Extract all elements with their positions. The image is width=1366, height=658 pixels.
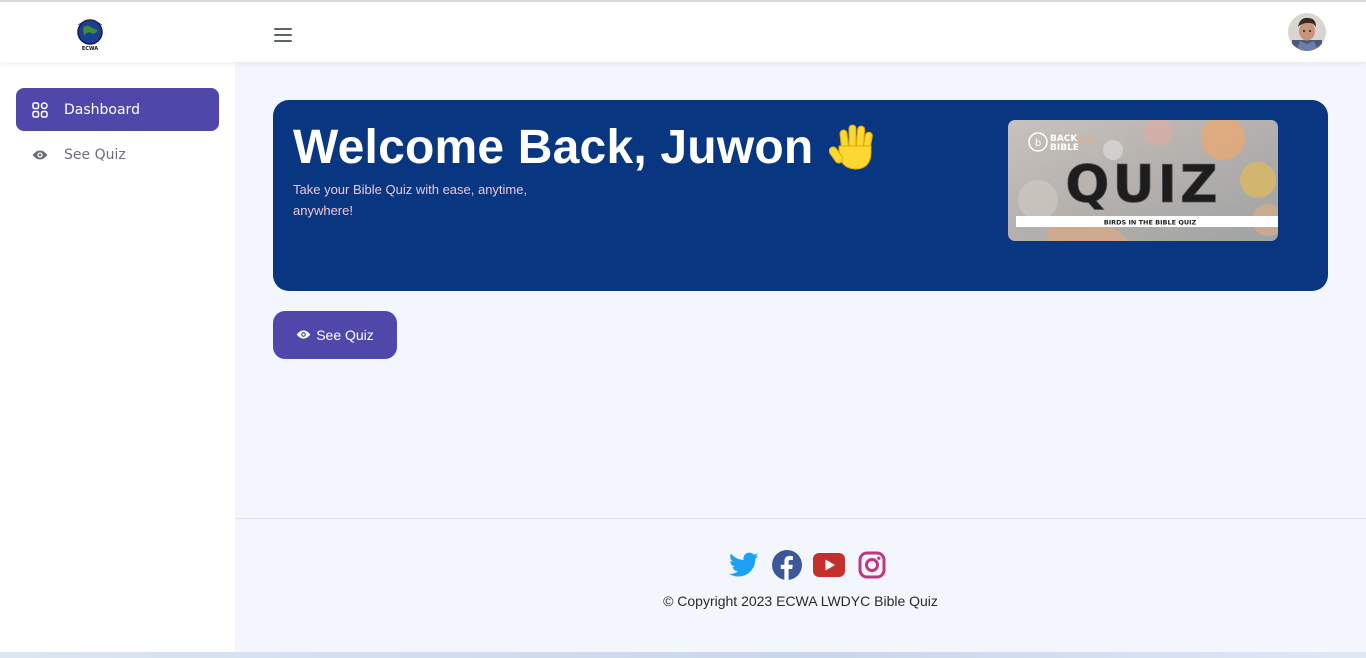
sidebar-item-see-quiz[interactable]: See Quiz xyxy=(16,134,219,176)
sidebar-item-label: See Quiz xyxy=(64,147,126,163)
facebook-icon[interactable] xyxy=(771,549,803,581)
youtube-icon[interactable] xyxy=(813,549,846,581)
main-content: Welcome Back, Juwon Take your Bible Quiz… xyxy=(235,62,1366,652)
grid-icon xyxy=(16,101,64,118)
copyright-text: © Copyright 2023 ECWA LWDYC Bible Quiz xyxy=(663,593,938,609)
svg-text:ECWA: ECWA xyxy=(82,46,98,52)
svg-text:to the: to the xyxy=(1077,136,1095,143)
eye-icon xyxy=(16,149,64,161)
instagram-icon[interactable] xyxy=(856,549,888,581)
user-avatar[interactable] xyxy=(1288,13,1326,51)
quiz-promo-image: b BACK to the BIBLE QUIZ BIRDS IN THE BI… xyxy=(1008,120,1278,241)
waving-hand-icon xyxy=(828,120,883,174)
svg-text:b: b xyxy=(1035,138,1041,149)
welcome-subtitle: Take your Bible Quiz with ease, anytime,… xyxy=(293,182,528,218)
social-links xyxy=(728,549,888,581)
svg-text:BIBLE: BIBLE xyxy=(1050,143,1079,153)
see-quiz-label: See Quiz xyxy=(316,327,374,343)
sidebar: Dashboard See Quiz xyxy=(0,62,235,652)
sidebar-item-dashboard[interactable]: Dashboard xyxy=(16,88,219,131)
svg-text:BIRDS IN THE BIBLE QUIZ: BIRDS IN THE BIBLE QUIZ xyxy=(1104,219,1197,227)
ecwa-logo[interactable]: ECWA xyxy=(74,18,106,52)
footer-divider xyxy=(235,518,1366,519)
eye-icon xyxy=(296,327,311,343)
svg-text:QUIZ: QUIZ xyxy=(1065,155,1220,215)
twitter-icon[interactable] xyxy=(728,549,760,581)
hamburger-icon[interactable] xyxy=(274,28,292,42)
welcome-banner: Welcome Back, Juwon Take your Bible Quiz… xyxy=(273,100,1328,291)
see-quiz-button[interactable]: See Quiz xyxy=(273,311,397,359)
window-bottom-bar xyxy=(0,652,1366,658)
top-header: ECWA xyxy=(0,2,1366,62)
welcome-title: Welcome Back, Juwon xyxy=(293,121,814,174)
sidebar-item-label: Dashboard xyxy=(64,101,140,118)
